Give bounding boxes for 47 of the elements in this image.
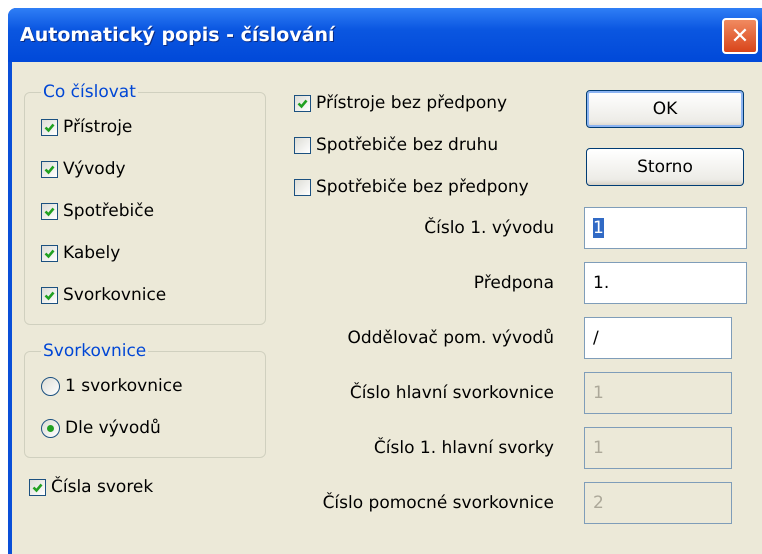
checkbox-label: Přístroje [63, 117, 132, 137]
field-label: Předpona [472, 272, 554, 292]
radio-button[interactable] [41, 418, 60, 438]
checkbox-box[interactable] [41, 118, 58, 136]
checkbox[interactable]: Přístroje bez předpony [294, 82, 586, 124]
input-field[interactable]: 1 [584, 206, 747, 248]
checkbox-box[interactable] [294, 178, 311, 196]
checkbox[interactable]: Spotřebiče [41, 190, 255, 232]
radio-option[interactable]: 1 svorkovnice [41, 365, 255, 407]
radio-button[interactable] [41, 376, 60, 396]
group-title: Co číslovat [42, 82, 137, 102]
field-label: Číslo 1. vývodu [423, 218, 554, 238]
checkbox[interactable]: Spotřebiče bez druhu [294, 124, 586, 166]
input-field[interactable]: 1. [584, 262, 747, 304]
checkbox-box[interactable] [41, 286, 58, 304]
field-label: Číslo hlavní svorkovnice [348, 382, 554, 402]
checkbox-box[interactable] [294, 94, 311, 112]
checkbox-box[interactable] [41, 202, 58, 220]
checkbox[interactable]: Svorkovnice [41, 274, 255, 316]
checkbox-box[interactable] [294, 136, 311, 154]
checkbox-label: Spotřebiče bez druhu [316, 135, 498, 155]
checkbox-label: Kabely [63, 243, 120, 263]
checkbox-box[interactable] [41, 160, 58, 178]
checkbox[interactable]: Přístroje [41, 106, 255, 148]
checkbox[interactable]: Čísla svorek [24, 466, 266, 508]
checkbox-box[interactable] [41, 244, 58, 262]
checkbox-label: Přístroje bez předpony [316, 93, 508, 113]
field-label: Číslo 1. hlavní svorky [372, 438, 554, 458]
checkbox-box[interactable] [29, 478, 46, 496]
checkbox[interactable]: Spotřebiče bez předpony [294, 166, 586, 208]
radio-option[interactable]: Dle vývodů [41, 407, 255, 449]
checkbox-label: Spotřebiče [63, 201, 154, 221]
field-label: Oddělovač pom. vývodů [346, 328, 554, 348]
checkbox[interactable]: Kabely [41, 232, 255, 274]
checkbox-label: Vývody [63, 159, 126, 179]
group-title: Svorkovnice [42, 341, 148, 361]
input-field[interactable]: / [584, 316, 732, 358]
field-label: Číslo pomocné svorkovnice [322, 492, 554, 512]
radio-label: Dle vývodů [65, 418, 161, 438]
checkbox-label: Svorkovnice [63, 285, 166, 305]
window-title: Automatický popis - číslování [20, 24, 335, 46]
ok-button[interactable]: OK [586, 90, 744, 128]
checkbox[interactable]: Vývody [41, 148, 255, 190]
checkbox-label: Spotřebiče bez předpony [316, 177, 529, 197]
radio-label: 1 svorkovnice [65, 376, 183, 396]
checkbox-label: Čísla svorek [51, 477, 154, 497]
cancel-button[interactable]: Storno [586, 148, 744, 186]
